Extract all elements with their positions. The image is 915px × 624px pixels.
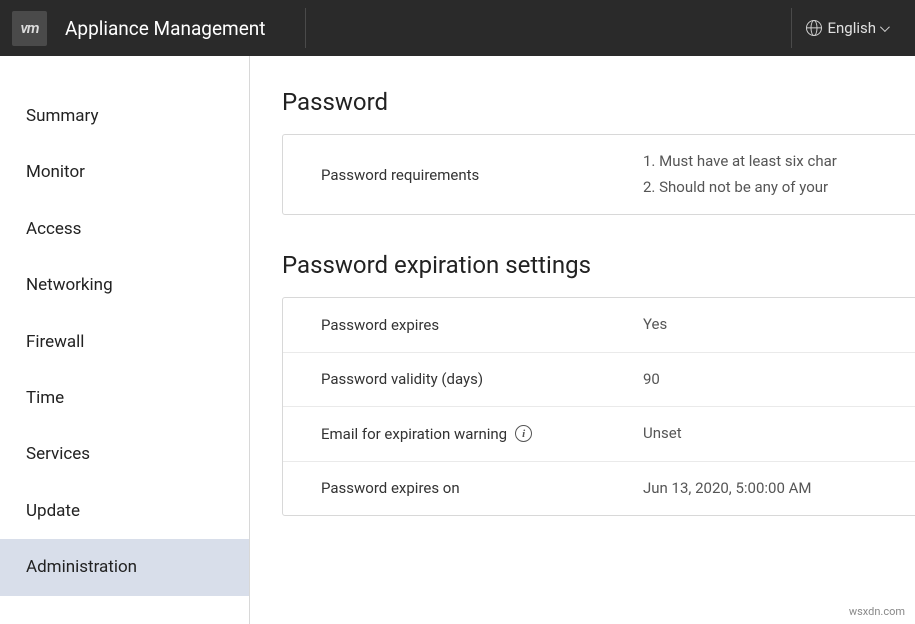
sidebar-item-update[interactable]: Update <box>0 483 249 539</box>
email-warning-row: Email for expiration warning i Unset <box>283 407 915 462</box>
globe-icon <box>806 20 822 36</box>
language-selector[interactable]: English <box>806 19 887 37</box>
password-expires-on-row: Password expires on Jun 13, 2020, 5:00:0… <box>283 462 915 516</box>
sidebar: Summary Monitor Access Networking Firewa… <box>0 56 250 624</box>
email-warning-value: Unset <box>643 421 915 447</box>
vmware-logo: vm <box>12 11 47 46</box>
email-warning-label: Email for expiration warning i <box>283 421 643 447</box>
sidebar-item-access[interactable]: Access <box>0 201 249 257</box>
topbar-divider <box>305 8 306 48</box>
password-requirements-value: 1. Must have at least six char 2. Should… <box>643 149 915 200</box>
password-expires-row: Password expires Yes <box>283 298 915 353</box>
sidebar-item-summary[interactable]: Summary <box>0 88 249 144</box>
sidebar-item-administration[interactable]: Administration <box>0 539 249 595</box>
topbar: vm Appliance Management English <box>0 0 915 56</box>
sidebar-item-time[interactable]: Time <box>0 370 249 426</box>
topbar-divider <box>791 8 792 48</box>
password-validity-label: Password validity (days) <box>283 367 643 393</box>
password-requirements-label: Password requirements <box>283 149 643 200</box>
language-label: English <box>827 19 876 37</box>
layout: Summary Monitor Access Networking Firewa… <box>0 56 915 624</box>
password-expires-label: Password expires <box>283 312 643 338</box>
password-requirements-row: Password requirements 1. Must have at le… <box>283 135 915 214</box>
password-expires-on-label: Password expires on <box>283 476 643 502</box>
password-validity-value: 90 <box>643 367 915 393</box>
password-panel: Password requirements 1. Must have at le… <box>282 134 915 215</box>
app-title: Appliance Management <box>65 17 265 40</box>
password-expires-value: Yes <box>643 312 915 338</box>
main-content: Password Password requirements 1. Must h… <box>250 56 915 624</box>
expiration-section-title: Password expiration settings <box>282 251 915 279</box>
email-warning-label-text: Email for expiration warning <box>321 425 507 443</box>
sidebar-item-networking[interactable]: Networking <box>0 257 249 313</box>
chevron-down-icon <box>880 22 890 32</box>
sidebar-item-monitor[interactable]: Monitor <box>0 144 249 200</box>
sidebar-item-firewall[interactable]: Firewall <box>0 314 249 370</box>
password-validity-row: Password validity (days) 90 <box>283 353 915 408</box>
password-section-title: Password <box>282 88 915 116</box>
expiration-panel: Password expires Yes Password validity (… <box>282 297 915 516</box>
watermark: wsxdn.com <box>849 605 905 618</box>
password-expires-on-value: Jun 13, 2020, 5:00:00 AM <box>643 476 915 502</box>
info-icon[interactable]: i <box>515 425 532 442</box>
sidebar-item-services[interactable]: Services <box>0 426 249 482</box>
